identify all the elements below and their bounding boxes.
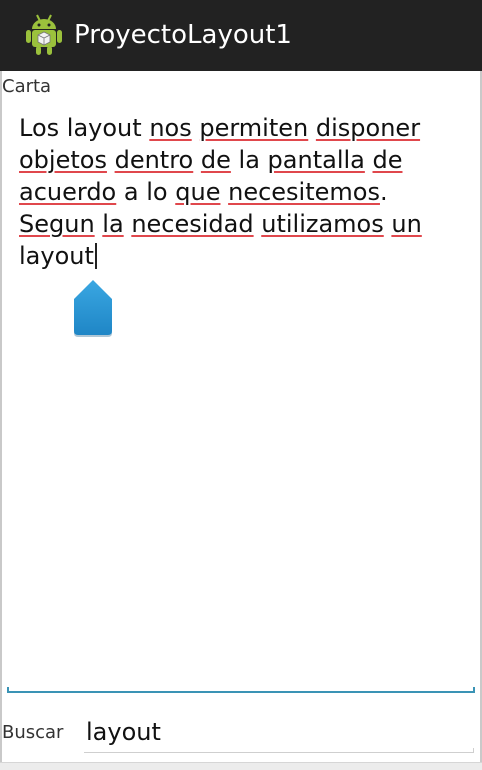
misspelled-word: un — [391, 210, 422, 238]
misspelled-word: Segun — [19, 210, 95, 238]
frame-border-left — [0, 71, 2, 769]
text-word: layout — [66, 114, 142, 142]
misspelled-word: que — [175, 178, 221, 206]
misspelled-word: necesitemos — [228, 178, 380, 206]
search-field-underline — [84, 748, 474, 753]
misspelled-word: dentro — [114, 146, 194, 174]
misspelled-word: pantalla — [267, 146, 365, 174]
misspelled-word: de — [200, 146, 231, 174]
text-cursor — [94, 243, 97, 269]
misspelled-word: permiten — [199, 114, 309, 142]
misspelled-word: objetos — [19, 146, 107, 174]
misspelled-word: utilizamos — [261, 210, 384, 238]
misspelled-word: necesidad — [131, 210, 254, 238]
letter-field-underline — [7, 687, 475, 693]
android-robot-icon — [26, 14, 62, 55]
text-word: . — [379, 178, 388, 206]
text-word: layout — [19, 242, 94, 270]
search-input[interactable] — [84, 712, 474, 752]
misspelled-word: disponer — [315, 114, 421, 142]
text-word: a — [123, 178, 139, 206]
app-title: ProyectoLayout1 — [74, 20, 292, 50]
text-selection-handle-icon[interactable] — [73, 279, 113, 337]
text-word: lo — [146, 178, 168, 206]
letter-text-field[interactable]: Los layout nos permiten disponer objetos… — [19, 112, 459, 272]
misspelled-word: la — [102, 210, 124, 238]
action-bar: ProyectoLayout1 — [0, 0, 482, 71]
text-word: Los — [19, 114, 60, 142]
text-word: la — [238, 146, 260, 174]
misspelled-word: de — [372, 146, 403, 174]
search-label: Buscar — [2, 722, 64, 743]
misspelled-word: nos — [149, 114, 192, 142]
letter-label: Carta — [2, 76, 52, 97]
misspelled-word: acuerdo — [19, 178, 117, 206]
